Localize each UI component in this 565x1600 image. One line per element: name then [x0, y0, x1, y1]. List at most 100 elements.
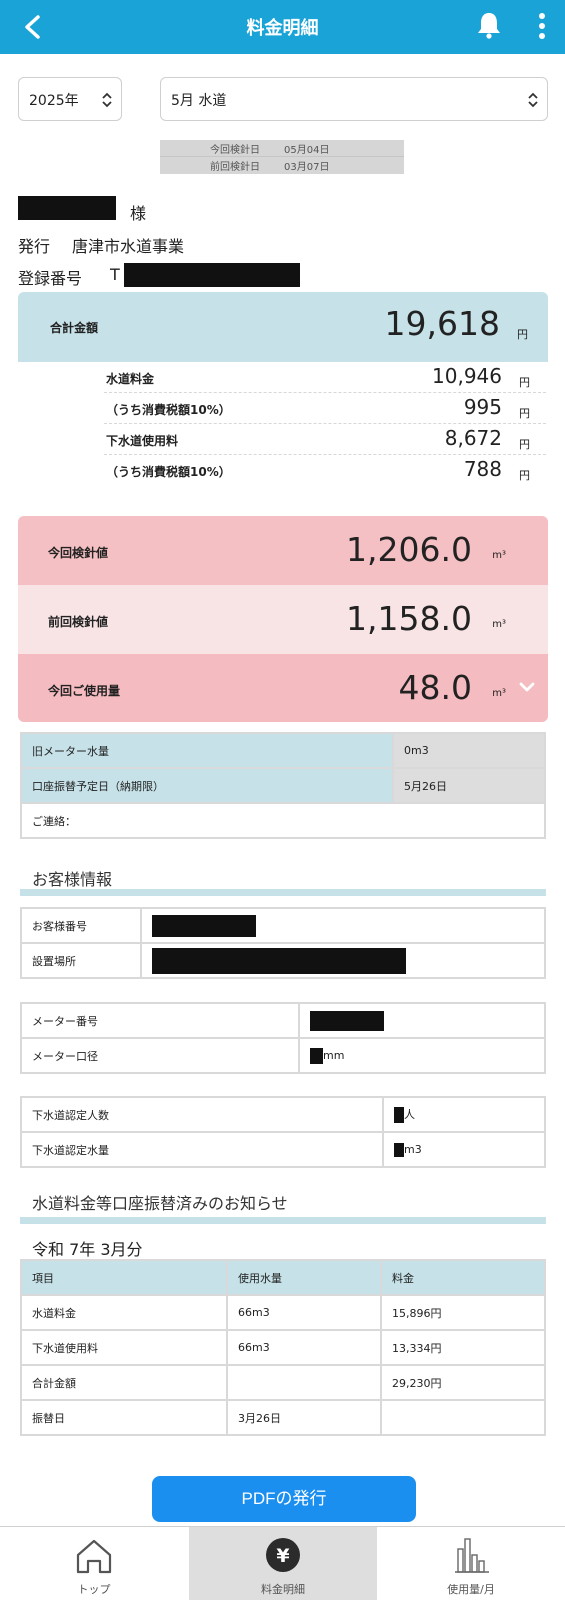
table-row: メーター番号: [20, 1002, 546, 1039]
breakdown-unit: 円: [519, 438, 530, 451]
table-row: 合計金額 29,230円: [20, 1364, 546, 1401]
column-header: 項目: [20, 1259, 228, 1296]
debit-date-label: 口座振替予定日（納期限）: [20, 767, 394, 804]
table-cell: 29,230円: [380, 1364, 546, 1401]
bottom-tab-bar: トップ ¥ 料金明細 使用量/月: [0, 1526, 565, 1600]
breakdown-label: （うち消費税額10%）: [106, 465, 231, 479]
total-unit: 円: [517, 328, 528, 341]
issuer-label: 発行: [18, 237, 51, 256]
honorific: 様: [130, 204, 147, 223]
previous-reading-unit: m³: [492, 619, 506, 630]
customer-info-table: お客様番号 設置場所: [20, 907, 546, 979]
tab-label: 使用量/月: [447, 1583, 495, 1596]
usage-label: 今回ご使用量: [48, 684, 121, 698]
meter-info-table: メーター番号 メーター口径 mm: [20, 1002, 546, 1074]
customer-info-title: お客様情報: [32, 870, 113, 889]
breakdown-row: 下水道使用料 8,672 円: [104, 424, 546, 455]
table-row: 下水道認定水量 m3: [20, 1131, 546, 1168]
table-row: メーター口径 mm: [20, 1037, 546, 1074]
table-row: お客様番号: [20, 907, 546, 944]
table-row: 振替日 3月26日: [20, 1399, 546, 1436]
breakdown-unit: 円: [519, 376, 530, 389]
charge-breakdown: 水道料金 10,946 円 （うち消費税額10%） 995 円 下水道使用料 8…: [104, 362, 546, 486]
yen-icon: ¥: [266, 1538, 300, 1572]
debit-date-value: 5月26日: [392, 767, 546, 804]
registration-label: 登録番号: [18, 269, 83, 288]
back-arrow-icon[interactable]: [18, 12, 48, 42]
sewer-people-unit: 人: [404, 1108, 415, 1121]
tab-usage[interactable]: 使用量/月: [377, 1527, 565, 1600]
year-select[interactable]: 2025年: [18, 77, 122, 121]
usage-row[interactable]: 今回ご使用量 48.0 m³: [18, 654, 548, 722]
current-reading-unit: m³: [492, 550, 506, 561]
customer-number-label: お客様番号: [20, 907, 142, 944]
sewer-volume-unit: m3: [404, 1142, 422, 1156]
old-meter-volume-label: 旧メーター水量: [20, 732, 394, 769]
breakdown-label: 水道料金: [106, 372, 155, 386]
section-divider: [20, 889, 546, 896]
month-select-value: 5月 水道: [171, 93, 227, 109]
usage-value: 48.0: [398, 668, 472, 707]
previous-reading-date: 03月07日: [284, 162, 330, 173]
table-cell: 13,334円: [380, 1329, 546, 1366]
table-cell: [226, 1364, 382, 1401]
current-reading-row: 今回検針値 1,206.0 m³: [18, 516, 548, 585]
total-amount: 19,618: [384, 304, 500, 343]
redacted-installation-location: [152, 947, 406, 974]
tab-label: トップ: [77, 1583, 111, 1596]
breakdown-unit: 円: [519, 407, 530, 420]
table-row: ご連絡：: [20, 802, 546, 839]
total-amount-box: 合計金額 19,618 円: [18, 292, 548, 362]
table-cell: 66m3: [226, 1294, 382, 1331]
home-icon: [76, 1539, 112, 1574]
breakdown-row: 水道料金 10,946 円: [104, 362, 546, 393]
meter-reading-panel: 今回検針値 1,206.0 m³ 前回検針値 1,158.0 m³ 今回ご使用量…: [18, 516, 548, 722]
table-cell: 3月26日: [226, 1399, 382, 1436]
meter-number-label: メーター番号: [20, 1002, 300, 1039]
table-row: 下水道認定人数 人: [20, 1096, 546, 1133]
section-divider: [20, 1217, 546, 1224]
redacted-meter-caliber: [310, 1047, 323, 1064]
sewer-volume-label: 下水道認定水量: [20, 1131, 384, 1168]
usage-unit: m³: [492, 688, 506, 699]
installation-location-label: 設置場所: [20, 942, 142, 979]
tab-top[interactable]: トップ: [0, 1527, 188, 1600]
redacted-sewer-volume: [394, 1142, 404, 1157]
more-vertical-icon[interactable]: [530, 10, 554, 42]
breakdown-value: 8,672: [444, 426, 502, 450]
tab-label: 料金明細: [261, 1583, 305, 1596]
breakdown-unit: 円: [519, 469, 530, 482]
notice-title: 水道料金等口座振替済みのお知らせ: [32, 1194, 288, 1213]
table-cell: 15,896円: [380, 1294, 546, 1331]
table-cell: 下水道使用料: [20, 1329, 228, 1366]
table-header-row: 項目 使用水量 料金: [20, 1259, 546, 1296]
svg-text:¥: ¥: [276, 1545, 289, 1567]
bell-icon[interactable]: [474, 10, 504, 40]
redacted-sewer-people: [394, 1107, 404, 1123]
table-row: 旧メーター水量 0m3: [20, 732, 546, 769]
redacted-registration-number: [124, 263, 300, 287]
table-row: 設置場所: [20, 942, 546, 979]
notice-table: 項目 使用水量 料金 水道料金 66m3 15,896円 下水道使用料 66m3…: [20, 1259, 546, 1436]
table-row: 水道料金 66m3 15,896円: [20, 1294, 546, 1331]
select-arrows-icon: [528, 92, 538, 108]
current-reading-date: 05月04日: [284, 144, 330, 156]
redacted-customer-name: [18, 196, 116, 220]
month-select[interactable]: 5月 水道: [160, 77, 548, 121]
bar-chart-icon: [455, 1538, 489, 1573]
breakdown-value: 10,946: [432, 364, 502, 388]
table-cell: 振替日: [20, 1399, 228, 1436]
issuer-name: 唐津市水道事業: [72, 237, 185, 256]
chevron-down-icon[interactable]: [518, 680, 536, 694]
tab-billing[interactable]: ¥ 料金明細: [189, 1527, 377, 1600]
notice-period: 令和 7年 3月分: [32, 1240, 143, 1259]
issue-pdf-button[interactable]: PDFの発行: [152, 1476, 416, 1522]
current-reading-date-label: 今回検針日: [210, 144, 260, 156]
reading-dates: 今回検針日 05月04日 前回検針日 03月07日: [160, 140, 404, 174]
table-cell: 合計金額: [20, 1364, 228, 1401]
sewer-info-table: 下水道認定人数 人 下水道認定水量 m3: [20, 1096, 546, 1168]
select-arrows-icon: [102, 92, 112, 108]
sewer-people-label: 下水道認定人数: [20, 1096, 384, 1133]
previous-reading-value: 1,158.0: [346, 599, 472, 638]
table-cell: [380, 1399, 546, 1436]
